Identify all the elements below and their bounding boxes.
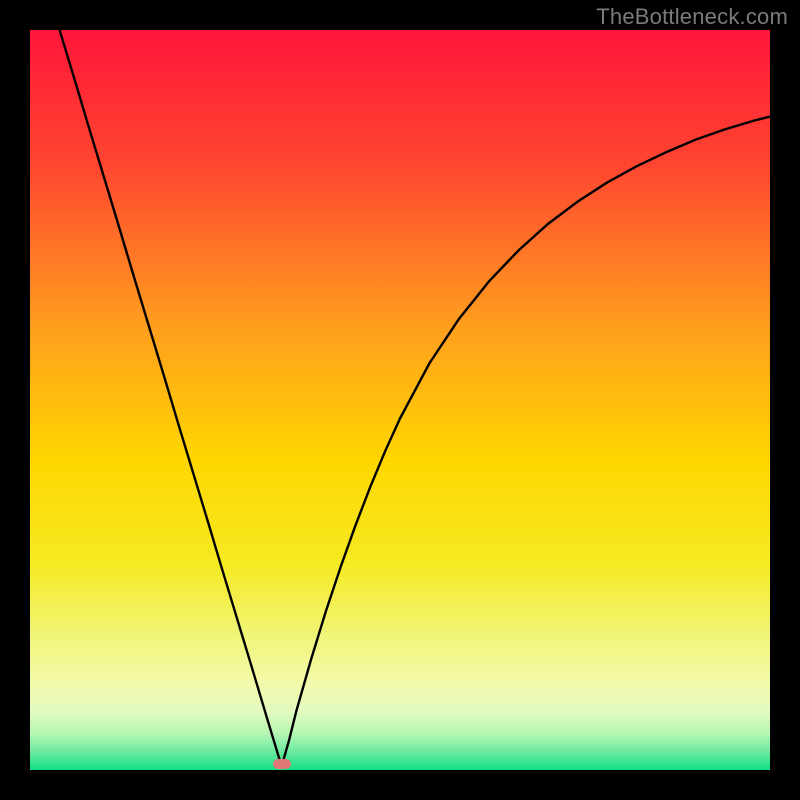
plot-area (30, 30, 770, 770)
chart-frame: TheBottleneck.com (0, 0, 800, 800)
bottleneck-curve (30, 30, 770, 770)
minimum-marker-icon (273, 759, 291, 769)
watermark-text: TheBottleneck.com (596, 4, 788, 30)
